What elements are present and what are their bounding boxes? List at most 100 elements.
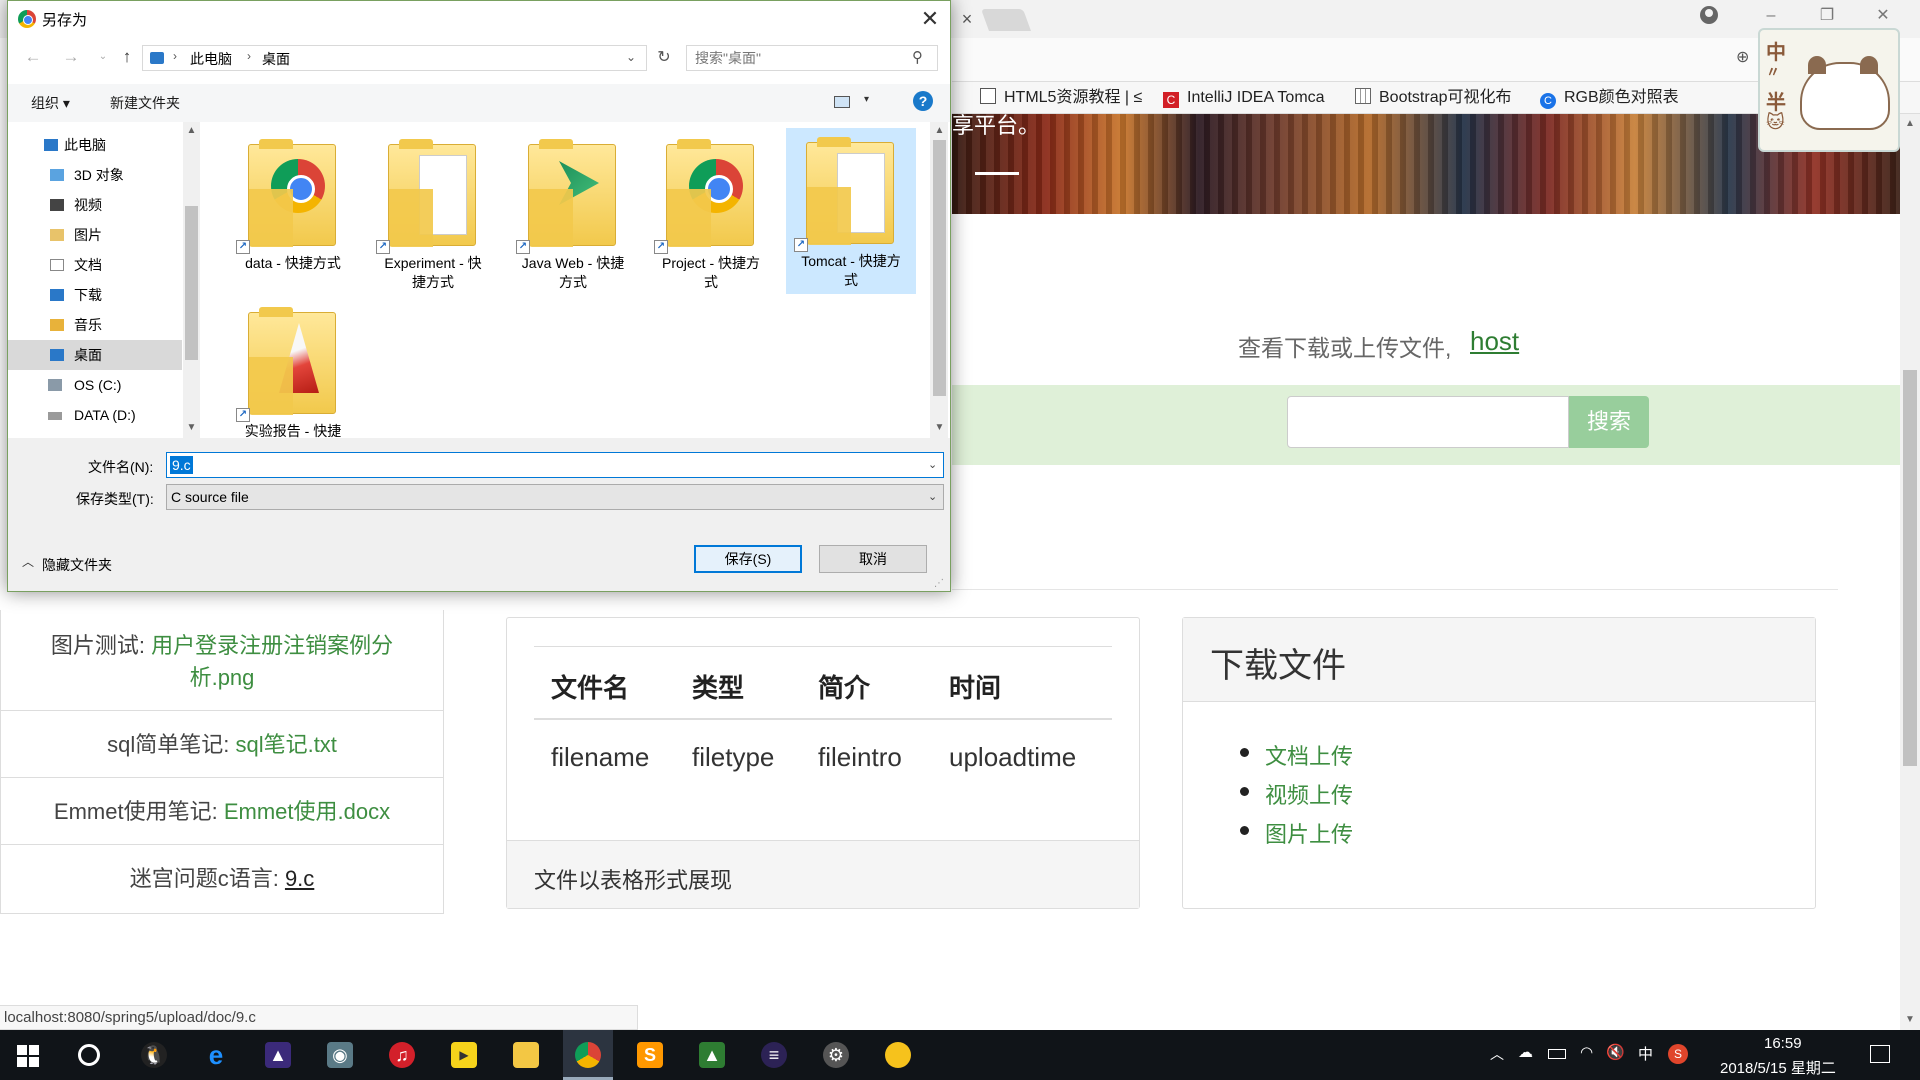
- filename-value[interactable]: 9.c: [170, 456, 193, 474]
- nav-item-videos[interactable]: 视频: [8, 190, 182, 220]
- nav-item-drive-d[interactable]: DATA (D:): [8, 400, 182, 430]
- back-icon[interactable]: ←: [22, 46, 44, 68]
- restore-icon[interactable]: ❐: [1812, 4, 1842, 28]
- page-search-button[interactable]: 搜索: [1569, 396, 1649, 448]
- folder-shortcut-tomcat[interactable]: ↗ Tomcat - 快捷方式: [786, 128, 916, 294]
- folder-shortcut-experiment[interactable]: ↗ Experiment - 快捷方式: [368, 130, 498, 296]
- save-button[interactable]: 保存(S): [694, 545, 802, 573]
- file-link[interactable]: 析.png: [190, 665, 255, 690]
- folder-shortcut-java-web[interactable]: ↗ Java Web - 快捷 方式: [508, 130, 638, 296]
- scroll-down-icon[interactable]: ▼: [183, 420, 200, 436]
- dialog-search-input[interactable]: 搜索"桌面": [686, 45, 938, 71]
- cancel-button[interactable]: 取消: [819, 545, 927, 573]
- forward-icon[interactable]: →: [60, 46, 82, 68]
- up-icon[interactable]: ↑: [116, 46, 138, 68]
- nav-item-drive-c[interactable]: OS (C:): [8, 370, 182, 400]
- battery-icon[interactable]: [1548, 1049, 1566, 1059]
- nav-item-downloads[interactable]: 下载: [8, 280, 182, 310]
- search-icon[interactable]: ⚲: [912, 48, 923, 66]
- view-options-icon[interactable]: [834, 96, 850, 108]
- ime-indicator[interactable]: 中: [1638, 1043, 1653, 1064]
- notification-icon[interactable]: [1870, 1045, 1890, 1063]
- new-folder-button[interactable]: 新建文件夹: [110, 93, 180, 113]
- nav-item-this-pc[interactable]: 此电脑: [8, 130, 182, 160]
- organize-button[interactable]: 组织 ▾: [31, 93, 70, 113]
- scroll-up-icon[interactable]: ▲: [183, 123, 200, 139]
- minimize-icon[interactable]: –: [1756, 4, 1786, 28]
- netease-music-taskbar-button[interactable]: ♫: [377, 1030, 427, 1080]
- nav-item-documents[interactable]: 文档: [8, 250, 182, 280]
- chrome-taskbar-button[interactable]: [563, 1030, 613, 1080]
- nav-item-music[interactable]: 音乐: [8, 310, 182, 340]
- carousel-indicator[interactable]: [975, 172, 1019, 175]
- download-link[interactable]: 文档上传: [1265, 739, 1353, 771]
- chevron-down-icon[interactable]: ▾: [864, 94, 869, 105]
- notes-taskbar-button[interactable]: ▲: [687, 1030, 737, 1080]
- scroll-up-icon[interactable]: ▲: [931, 123, 948, 139]
- file-link[interactable]: sql笔记.txt: [235, 732, 336, 757]
- folder-shortcut-project[interactable]: ↗ Project - 快捷方式: [646, 130, 776, 296]
- hide-folders-button[interactable]: 隐藏文件夹: [42, 555, 112, 575]
- page-search-input[interactable]: [1287, 396, 1569, 448]
- breadcrumb-desktop[interactable]: 桌面: [262, 49, 290, 69]
- file-pane-scrollbar-thumb[interactable]: [933, 140, 946, 396]
- vm-taskbar-button[interactable]: ◉: [315, 1030, 365, 1080]
- folder-shortcut-lab-report[interactable]: ↗ 实验报告 - 快捷: [228, 298, 358, 438]
- resize-grip-icon[interactable]: ⋰: [934, 578, 944, 589]
- nav-item-desktop[interactable]: 桌面: [8, 340, 182, 370]
- breadcrumb-this-pc[interactable]: 此电脑: [190, 49, 232, 69]
- folder-shortcut-data[interactable]: ↗ data - 快捷方式: [228, 130, 358, 296]
- host-link[interactable]: host: [1470, 326, 1519, 357]
- nav-item-3d-objects[interactable]: 3D 对象: [8, 160, 182, 190]
- dialog-close-icon[interactable]: ✕: [914, 4, 946, 34]
- edge-taskbar-button[interactable]: e: [191, 1030, 241, 1080]
- cortana-icon[interactable]: [78, 1044, 100, 1066]
- download-link[interactable]: 图片上传: [1265, 817, 1353, 849]
- bookmark-html5[interactable]: HTML5资源教程 | ≤: [980, 86, 1150, 110]
- file-link[interactable]: 用户登录注册注销案例分: [151, 633, 393, 658]
- clock-date[interactable]: 2018/5/15 星期二: [1720, 1057, 1836, 1078]
- explorer-taskbar-button[interactable]: [501, 1030, 551, 1080]
- windows-start-icon[interactable]: [17, 1045, 39, 1067]
- page-scrollbar-thumb[interactable]: [1903, 370, 1917, 766]
- settings-taskbar-button[interactable]: ⚙: [811, 1030, 861, 1080]
- profile-icon[interactable]: [1700, 6, 1718, 24]
- file-link[interactable]: 9.c: [285, 866, 314, 891]
- window-close-icon[interactable]: ✕: [1868, 4, 1898, 28]
- qq-taskbar-button[interactable]: 🐧: [129, 1030, 179, 1080]
- tray-chevron-icon[interactable]: ︿: [1490, 1044, 1504, 1064]
- sogou-icon[interactable]: S: [1668, 1044, 1688, 1064]
- filetype-select[interactable]: C source file: [166, 484, 944, 510]
- game-taskbar-button[interactable]: [873, 1030, 923, 1080]
- photo-app-taskbar-button[interactable]: ▲: [253, 1030, 303, 1080]
- scroll-up-icon[interactable]: ▲: [1900, 116, 1920, 132]
- chevron-up-icon[interactable]: ︿: [22, 553, 34, 570]
- nav-pane-scrollbar-thumb[interactable]: [185, 206, 198, 360]
- bookmark-bootstrap[interactable]: Bootstrap可视化布: [1355, 86, 1525, 110]
- zoom-icon[interactable]: ⊕: [1736, 49, 1754, 67]
- tab-close-icon[interactable]: ×: [956, 8, 978, 30]
- refresh-icon[interactable]: ↻: [653, 45, 675, 71]
- scroll-down-icon[interactable]: ▼: [1900, 1012, 1920, 1028]
- scroll-down-icon[interactable]: ▼: [931, 420, 948, 436]
- eclipse-taskbar-button[interactable]: ≡: [749, 1030, 799, 1080]
- bookmark-intellij[interactable]: C IntelliJ IDEA Tomca: [1163, 86, 1335, 110]
- bookmark-rgb[interactable]: C RGB颜色对照表: [1540, 86, 1700, 110]
- chevron-down-icon[interactable]: ⌄: [626, 50, 636, 64]
- wifi-icon[interactable]: ◠: [1580, 1043, 1593, 1061]
- volume-icon[interactable]: 🔇: [1606, 1043, 1625, 1061]
- download-link[interactable]: 视频上传: [1265, 778, 1353, 810]
- filename-input[interactable]: [166, 452, 944, 478]
- sublime-taskbar-button[interactable]: S: [625, 1030, 675, 1080]
- clock-time[interactable]: 16:59: [1764, 1035, 1802, 1052]
- nav-item-pictures[interactable]: 图片: [8, 220, 182, 250]
- player-taskbar-button[interactable]: ▶: [439, 1030, 489, 1080]
- chevron-down-icon[interactable]: ⌄: [928, 490, 937, 503]
- new-tab-button[interactable]: [980, 9, 1032, 31]
- file-link[interactable]: Emmet使用.docx: [224, 799, 390, 824]
- recent-locations-icon[interactable]: ⌄: [92, 46, 114, 68]
- dialog-titlebar[interactable]: [8, 1, 950, 37]
- chevron-down-icon[interactable]: ⌄: [928, 458, 937, 471]
- cloud-icon[interactable]: ☁: [1518, 1043, 1533, 1061]
- help-icon[interactable]: ?: [913, 91, 933, 111]
